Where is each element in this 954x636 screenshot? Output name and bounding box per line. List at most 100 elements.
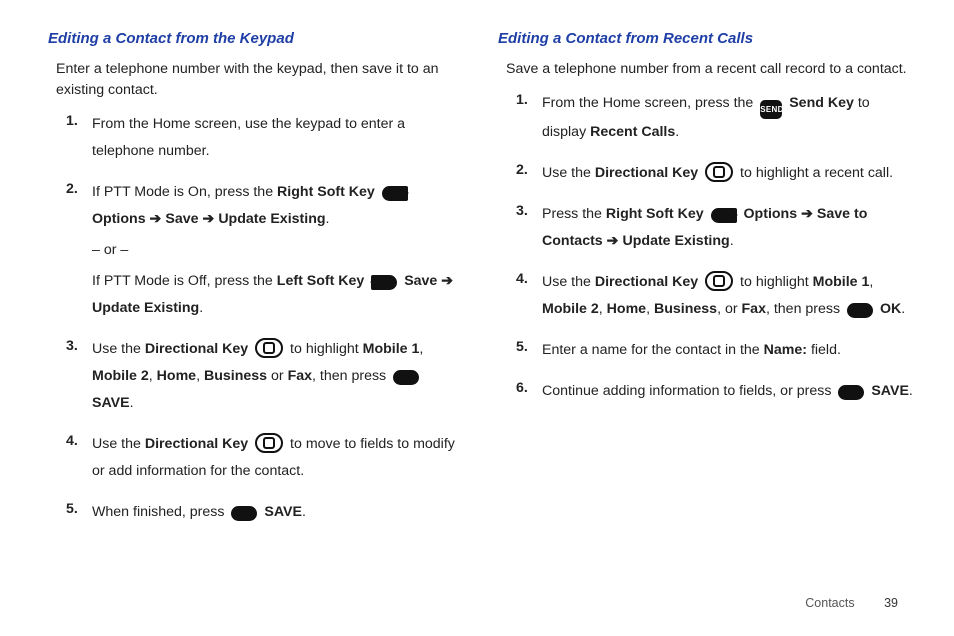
text: , (646, 301, 654, 317)
left-heading: Editing a Contact from the Keypad (48, 28, 464, 51)
text: From the Home screen, press the (542, 95, 757, 111)
mobile1-label: Mobile 1 (813, 274, 870, 290)
text: , then press (766, 301, 844, 317)
step-number: 5. (66, 499, 92, 526)
list-item: 4. Use the Directional Key to highlight … (516, 269, 914, 323)
step-body: Use the Directional Key to highlight a r… (542, 160, 914, 187)
step-number: 5. (516, 337, 542, 364)
send-key-icon: SEND (760, 100, 782, 119)
text: . (130, 395, 134, 411)
directional-key-icon (255, 338, 283, 358)
list-item: 2. If PTT Mode is On, press the Right So… (66, 179, 464, 322)
arrow-icon: ➔ (441, 273, 453, 289)
right-soft-key-label: Right Soft Key (606, 206, 704, 222)
step-body: Use the Directional Key to highlight Mob… (542, 269, 914, 323)
directional-key-icon (705, 271, 733, 291)
list-item: 5. When finished, press SAVE. (66, 499, 464, 526)
right-heading: Editing a Contact from Recent Calls (498, 28, 914, 51)
step-body: Use the Directional Key to move to field… (92, 431, 464, 485)
arrow-icon: ➔ (607, 233, 619, 249)
text: , (869, 274, 873, 290)
left-soft-key-label: Left Soft Key (277, 273, 365, 289)
right-soft-key-label: Right Soft Key (277, 184, 375, 200)
update-existing-label: Update Existing (92, 300, 199, 316)
left-column: Editing a Contact from the Keypad Enter … (48, 28, 464, 540)
step-body: Continue adding information to fields, o… (542, 378, 914, 405)
ok-key-icon (838, 385, 864, 400)
page-footer: Contacts 39 (805, 596, 898, 610)
text: Use the (92, 341, 145, 357)
text: to highlight a recent call. (740, 165, 893, 181)
right-steps: 1. From the Home screen, press the SEND … (516, 90, 914, 405)
text: , (196, 368, 204, 384)
text: , then press (312, 368, 390, 384)
business-label: Business (654, 301, 717, 317)
home-label: Home (157, 368, 196, 384)
step-number: 3. (66, 336, 92, 417)
ok-key-icon (231, 506, 257, 521)
text: If PTT Mode is On, press the (92, 184, 277, 200)
text: to highlight (740, 274, 813, 290)
step-number: 4. (516, 269, 542, 323)
text: , (419, 341, 423, 357)
save-label: Save (165, 211, 202, 227)
step-body: From the Home screen, press the SEND Sen… (542, 90, 914, 146)
mobile2-label: Mobile 2 (542, 301, 599, 317)
text: Press the (542, 206, 606, 222)
list-item: 2. Use the Directional Key to highlight … (516, 160, 914, 187)
directional-key-label: Directional Key (145, 436, 248, 452)
update-existing-label: Update Existing (218, 211, 325, 227)
mobile1-label: Mobile 1 (363, 341, 420, 357)
save-label: Save (404, 273, 441, 289)
text: If PTT Mode is Off, press the (92, 273, 277, 289)
step-number: 2. (66, 179, 92, 322)
step-number: 1. (66, 111, 92, 165)
save-label: SAVE (92, 395, 130, 411)
step-number: 6. (516, 378, 542, 405)
text: . (901, 301, 905, 317)
arrow-icon: ➔ (150, 211, 162, 227)
text: When finished, press (92, 504, 228, 520)
options-label: Options (92, 211, 150, 227)
text: to highlight (290, 341, 363, 357)
text: or (267, 368, 288, 384)
text: Use the (92, 436, 145, 452)
directional-key-icon (255, 433, 283, 453)
recent-calls-label: Recent Calls (590, 124, 675, 140)
arrow-icon: ➔ (202, 211, 214, 227)
step-body: From the Home screen, use the keypad to … (92, 111, 464, 165)
right-soft-key-icon (711, 208, 737, 223)
directional-key-label: Directional Key (595, 165, 698, 181)
list-item: 6. Continue adding information to fields… (516, 378, 914, 405)
ok-label: OK (880, 301, 901, 317)
directional-key-icon (705, 162, 733, 182)
text: . (675, 124, 679, 140)
text: Use the (542, 165, 595, 181)
save-label: SAVE (264, 504, 302, 520)
arrow-icon: ➔ (801, 206, 813, 222)
list-item: 4. Use the Directional Key to move to fi… (66, 431, 464, 485)
options-label: Options (744, 206, 802, 222)
list-item: 1. From the Home screen, press the SEND … (516, 90, 914, 146)
text: . (909, 383, 913, 399)
text: , (599, 301, 607, 317)
text: . (302, 504, 306, 520)
or-text: – or – (92, 237, 464, 264)
list-item: 3. Press the Right Soft Key Options ➔ Sa… (516, 201, 914, 255)
manual-page: Editing a Contact from the Keypad Enter … (0, 0, 954, 540)
left-soft-key-icon (371, 275, 397, 290)
footer-page-number: 39 (884, 596, 898, 610)
directional-key-label: Directional Key (595, 274, 698, 290)
business-label: Business (204, 368, 267, 384)
footer-section: Contacts (805, 596, 854, 610)
right-soft-key-icon (382, 186, 408, 201)
text: Continue adding information to fields, o… (542, 383, 835, 399)
left-intro: Enter a telephone number with the keypad… (56, 59, 464, 102)
send-key-label: Send Key (789, 95, 854, 111)
fax-label: Fax (742, 301, 766, 317)
right-column: Editing a Contact from Recent Calls Save… (498, 28, 914, 540)
step-body: Enter a name for the contact in the Name… (542, 337, 914, 364)
step-number: 3. (516, 201, 542, 255)
ok-key-icon (393, 370, 419, 385)
ok-key-icon (847, 303, 873, 318)
